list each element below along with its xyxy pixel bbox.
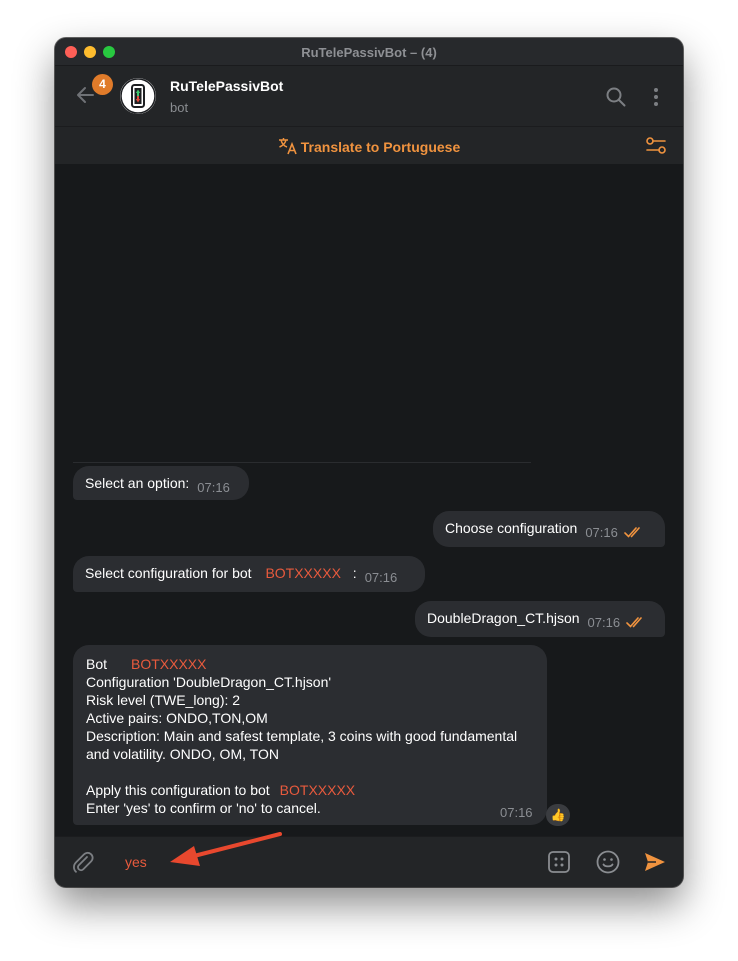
message-text: Select an option: bbox=[85, 475, 190, 491]
message-line: Bot BOTXXXXX bbox=[86, 655, 534, 673]
attach-button[interactable] bbox=[70, 849, 96, 875]
avatar[interactable] bbox=[120, 78, 156, 114]
incoming-message[interactable]: Select configuration for bot BOTXXXXX :0… bbox=[73, 556, 425, 592]
window-title: RuTelePassivBot – (4) bbox=[301, 45, 437, 60]
search-icon bbox=[606, 87, 626, 107]
chat-status: bot bbox=[170, 100, 189, 115]
bot-commands-icon bbox=[548, 851, 570, 873]
sliders-icon bbox=[646, 137, 666, 154]
message-composer bbox=[55, 836, 683, 887]
incoming-message[interactable]: Select an option: 07:16 bbox=[73, 466, 249, 500]
bot-id: BOTXXXXX bbox=[265, 565, 341, 581]
bot-phone-icon bbox=[120, 78, 156, 114]
translate-settings-button[interactable] bbox=[644, 135, 668, 157]
read-checkmarks-icon bbox=[624, 527, 640, 538]
smiley-icon bbox=[596, 850, 620, 874]
message-time: 07:16 bbox=[587, 615, 621, 630]
message-text: Select configuration for bot bbox=[85, 565, 252, 581]
message-text: Choose configuration bbox=[445, 520, 578, 536]
message-line: Enter 'yes' to confirm or 'no' to cancel… bbox=[86, 800, 321, 816]
send-button[interactable] bbox=[643, 850, 667, 874]
search-button[interactable] bbox=[605, 86, 627, 108]
message-line: Description: Main and safest template, 3… bbox=[86, 728, 518, 744]
apply-label: Apply this configuration to bot bbox=[86, 782, 270, 798]
annotation-arrow-icon bbox=[170, 832, 282, 866]
message-suffix: : bbox=[352, 565, 357, 581]
incoming-message[interactable]: Bot BOTXXXXX Configuration 'DoubleDragon_… bbox=[73, 645, 547, 825]
translate-icon bbox=[278, 138, 297, 155]
message-text: DoubleDragon_CT.hjson bbox=[427, 610, 580, 626]
translate-bar: Translate to Portuguese bbox=[55, 126, 683, 164]
telegram-window: RuTelePassivBot – (4) 4 RuTelePassivBot … bbox=[55, 38, 683, 887]
send-icon bbox=[645, 853, 665, 871]
read-checkmarks-icon bbox=[626, 617, 642, 628]
divider bbox=[73, 462, 531, 463]
message-line: and volatility. ONDO, OM, TON bbox=[86, 746, 279, 762]
unread-badge: 4 bbox=[92, 74, 113, 95]
bot-commands-button[interactable] bbox=[547, 850, 571, 874]
message-line: Apply this configuration to bot BOTXXXXX bbox=[86, 781, 534, 799]
more-menu-button[interactable] bbox=[649, 86, 663, 108]
paperclip-icon bbox=[73, 851, 94, 873]
outgoing-message[interactable]: Choose configuration 07:16 bbox=[433, 511, 665, 547]
message-line: Configuration 'DoubleDragon_CT.hjson' bbox=[86, 674, 332, 690]
bot-id: BOTXXXXX bbox=[131, 656, 207, 672]
bot-label: Bot bbox=[86, 656, 108, 672]
emoji-button[interactable] bbox=[595, 849, 621, 875]
translate-label: Translate to Portuguese bbox=[300, 139, 461, 155]
thumbs-up-reaction[interactable]: 👍 bbox=[546, 804, 570, 826]
message-time: 07:16 bbox=[197, 480, 230, 495]
message-time: 07:16 bbox=[585, 525, 618, 540]
outgoing-message[interactable]: DoubleDragon_CT.hjson 07:16 bbox=[415, 601, 665, 637]
bot-id: BOTXXXXX bbox=[279, 782, 356, 798]
chat-title[interactable]: RuTelePassivBot bbox=[170, 78, 283, 94]
message-time: 07:16 bbox=[364, 570, 398, 585]
title-bar: RuTelePassivBot – (4) bbox=[55, 38, 683, 66]
message-line: Risk level (TWE_long): 2 bbox=[86, 692, 241, 708]
more-vertical-icon bbox=[654, 88, 658, 106]
message-list[interactable]: Select an option: 07:16 Choose configurat… bbox=[55, 164, 683, 836]
message-time: 07:16 bbox=[500, 805, 533, 820]
translate-button[interactable]: Translate to Portuguese bbox=[55, 137, 683, 155]
message-line: Active pairs: ONDO,TON,OM bbox=[86, 710, 268, 726]
chat-header: 4 RuTelePassivBot bot bbox=[55, 66, 683, 126]
